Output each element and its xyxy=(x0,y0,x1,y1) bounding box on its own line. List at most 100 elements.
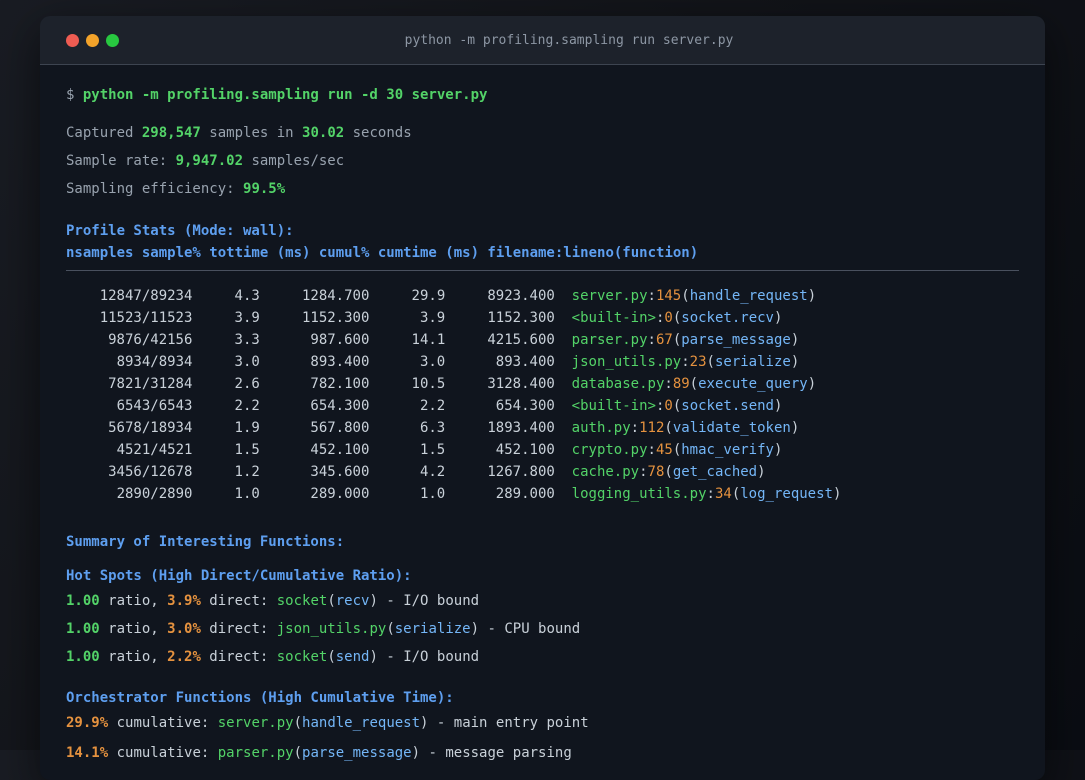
captured-label: Captured xyxy=(66,125,142,141)
line-number: 0 xyxy=(664,398,673,414)
open-paren: ( xyxy=(689,376,699,392)
tottime-value: 654.300 xyxy=(310,398,370,414)
orchestrator-item: 14.1% cumulative: parser.py(parse_messag… xyxy=(66,742,1019,764)
profile-table-row: 11523/11523 3.9 1152.300 3.9 1152.300 <built-… xyxy=(66,307,1019,329)
close-paren: ) xyxy=(790,332,800,348)
colon-separator: : xyxy=(664,376,673,392)
captured-samples-line: Captured 298,547 samples in 30.02 second… xyxy=(66,122,1019,144)
cumtime-value: 654.300 xyxy=(495,398,555,414)
minimize-button[interactable] xyxy=(86,33,99,47)
cumtime-value: 1893.400 xyxy=(487,420,555,436)
line-number: 67 xyxy=(655,332,673,348)
colon-separator: : xyxy=(647,442,656,458)
cumul-pct-value: 14.1 xyxy=(411,332,446,348)
cumulative-label: cumulative: xyxy=(108,745,218,761)
target-name: parser.py xyxy=(217,745,294,761)
close-paren: ) xyxy=(790,420,800,436)
profile-table-row: 2890/2890 1.0 289.000 1.0 289.000 logging_uti… xyxy=(66,483,1019,505)
terminal-window: python -m profiling.sampling run server.… xyxy=(40,16,1045,780)
cumul-pct-value: 29.9 xyxy=(411,288,446,304)
open-paren: ( xyxy=(706,354,715,370)
sample-rate-line: Sample rate: 9,947.02 samples/sec xyxy=(66,150,1019,172)
seconds-label: seconds xyxy=(344,125,412,141)
filename: server.py xyxy=(571,288,648,304)
nsamples-value: 7821/31284 xyxy=(108,376,193,392)
tottime-value: 782.100 xyxy=(310,376,370,392)
filename: <built-in> xyxy=(571,398,656,414)
open-paren: ( xyxy=(664,420,673,436)
open-paren: ( xyxy=(293,715,303,731)
hot-spots-list: 1.00 ratio, 3.9% direct: socket(recv) - … xyxy=(66,590,1019,668)
ratio-value: 1.00 xyxy=(66,621,100,637)
orchestrators-heading: Orchestrator Functions (High Cumulative … xyxy=(66,690,454,706)
colon-separator: : xyxy=(647,288,656,304)
ratio-label: ratio, xyxy=(99,649,168,665)
filename: cache.py xyxy=(571,464,640,480)
open-paren: ( xyxy=(327,593,336,609)
close-button[interactable] xyxy=(66,33,79,47)
role-note: - main entry point xyxy=(428,715,589,731)
open-paren: ( xyxy=(672,332,682,348)
zoom-button[interactable] xyxy=(106,33,119,47)
function-name: handle_request xyxy=(302,715,421,731)
terminal-content[interactable]: $ python -m profiling.sampling run -d 30… xyxy=(40,65,1045,780)
function-name: execute_query xyxy=(698,376,808,392)
function-name: parse_message xyxy=(302,745,412,761)
direct-pct-value: 3.0% xyxy=(167,621,201,637)
nsamples-value: 3456/12678 xyxy=(108,464,193,480)
close-paren: ) xyxy=(832,486,842,502)
filename: json_utils.py xyxy=(571,354,682,370)
target-name: socket xyxy=(276,649,328,665)
nsamples-value: 2890/2890 xyxy=(116,486,193,502)
nsamples-value: 8934/8934 xyxy=(116,354,193,370)
profile-table-row: 9876/42156 3.3 987.600 14.1 4215.600 parser.p… xyxy=(66,329,1019,351)
close-paren: ) xyxy=(807,288,817,304)
direct-label: direct: xyxy=(200,621,277,637)
open-paren: ( xyxy=(681,288,690,304)
table-divider xyxy=(66,270,1019,271)
profile-table-row: 12847/89234 4.3 1284.700 29.9 8923.400 server… xyxy=(66,285,1019,307)
colon-separator: : xyxy=(706,486,715,502)
cumul-pct-value: 3.9 xyxy=(419,310,446,326)
sampling-efficiency-line: Sampling efficiency: 99.5% xyxy=(66,178,1019,200)
sample-pct-value: 1.5 xyxy=(234,442,260,458)
cumul-pct-value: 4.2 xyxy=(419,464,446,480)
profile-table-row: 8934/8934 3.0 893.400 3.0 893.400 json_utils.… xyxy=(66,351,1019,373)
function-name: get_cached xyxy=(672,464,758,480)
cumtime-value: 4215.600 xyxy=(487,332,555,348)
function-name: parse_message xyxy=(681,332,791,348)
line-number: 145 xyxy=(655,288,682,304)
sample-pct-value: 4.3 xyxy=(234,288,260,304)
close-paren: ) xyxy=(790,354,800,370)
titlebar[interactable]: python -m profiling.sampling run server.… xyxy=(40,16,1045,65)
ratio-label: ratio, xyxy=(99,593,168,609)
cumul-pct-value: 1.0 xyxy=(419,486,446,502)
sample-pct-value: 3.3 xyxy=(234,332,260,348)
open-paren: ( xyxy=(327,649,336,665)
tottime-value: 345.600 xyxy=(310,464,370,480)
cumtime-value: 452.100 xyxy=(495,442,555,458)
open-paren: ( xyxy=(672,398,682,414)
sample-pct-value: 3.9 xyxy=(234,310,260,326)
direct-label: direct: xyxy=(200,649,277,665)
samples-in-label: samples in xyxy=(200,125,303,141)
close-paren: ) xyxy=(773,310,783,326)
tottime-value: 987.600 xyxy=(310,332,370,348)
line-number: 89 xyxy=(672,376,690,392)
close-paren: ) xyxy=(773,398,783,414)
open-paren: ( xyxy=(664,464,673,480)
bound-note: - I/O bound xyxy=(377,593,480,609)
rate-label: Sample rate: xyxy=(66,153,176,169)
function-name: log_request xyxy=(740,486,833,502)
close-paren: ) xyxy=(411,745,421,761)
line-number: 78 xyxy=(647,464,665,480)
hot-spots-heading: Hot Spots (High Direct/Cumulative Ratio)… xyxy=(66,568,412,584)
efficiency-label: Sampling efficiency: xyxy=(66,181,244,197)
command-text: python -m profiling.sampling run -d 30 s… xyxy=(82,87,488,103)
ratio-value: 1.00 xyxy=(66,649,100,665)
bound-note: - I/O bound xyxy=(377,649,480,665)
direct-label: direct: xyxy=(200,593,277,609)
open-paren: ( xyxy=(386,621,395,637)
bound-note: - CPU bound xyxy=(479,621,581,637)
nsamples-value: 5678/18934 xyxy=(108,420,193,436)
